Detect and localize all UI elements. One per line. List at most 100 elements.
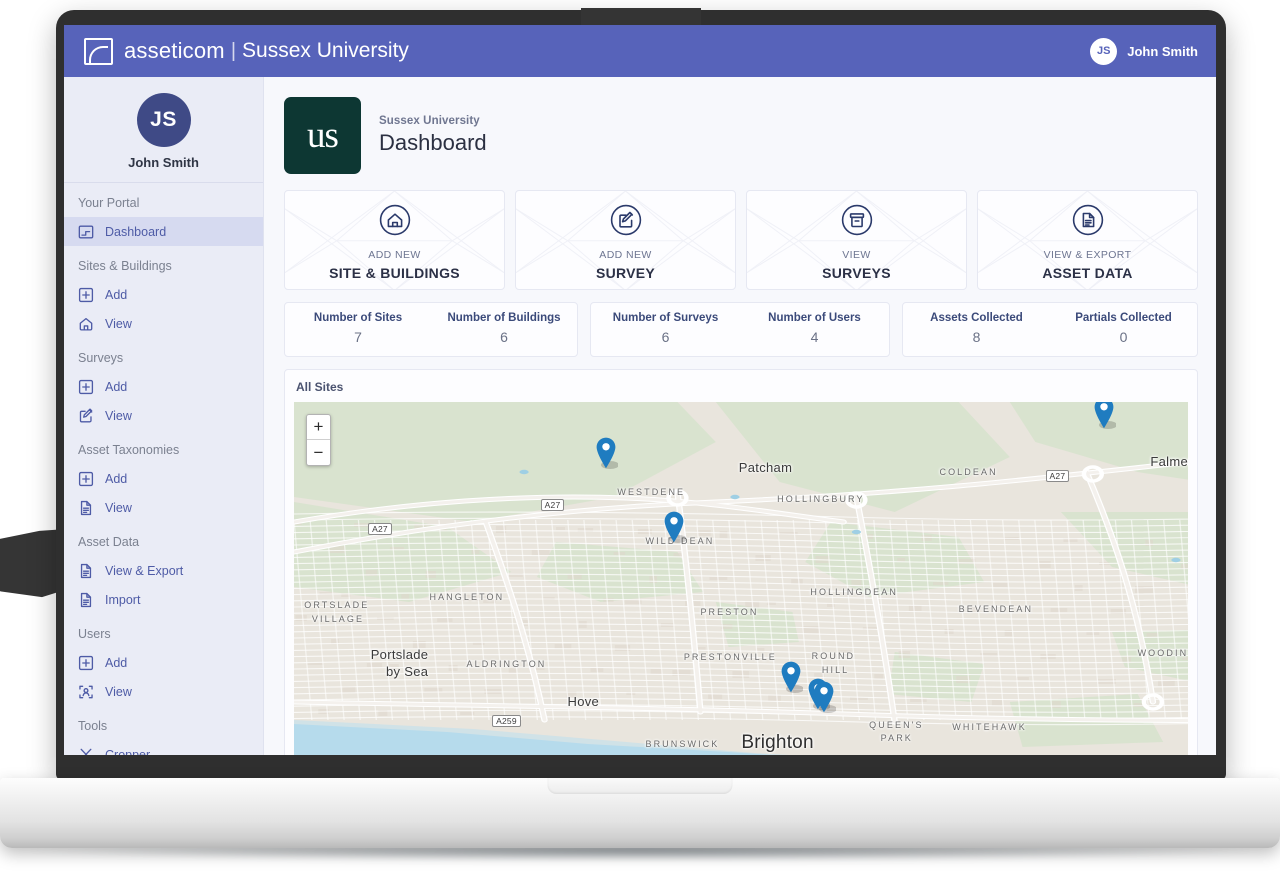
laptop-mockup: asseticom | Sussex University JS John Sm… — [0, 0, 1280, 873]
sidebar-item-asset-data-import[interactable]: Import — [64, 585, 263, 614]
map-label: VILLAGE — [311, 614, 365, 624]
map-label: HANGLETON — [429, 592, 505, 602]
zoom-in-button[interactable]: + — [307, 415, 330, 440]
sidebar-profile: JS John Smith — [64, 77, 263, 183]
map-label: Falmer — [1150, 454, 1188, 469]
map-label: by Sea — [386, 664, 429, 679]
map-label: HOLLINGDEAN — [810, 587, 898, 597]
sidebar-group-label: Asset Data — [78, 535, 140, 549]
plus-box-icon — [78, 287, 94, 303]
sidebar-group-label: Users — [78, 627, 111, 641]
map-panel: All Sites + − Patcham WESTDENE HOLLINGBURY… — [284, 369, 1198, 755]
stat-card-1: Number of Surveys 6 Number of Users 4 — [590, 302, 890, 357]
sidebar-item-surveys-view[interactable]: View — [64, 401, 263, 430]
tile-site-buildings[interactable]: ADD NEW SITE & BUILDINGS — [284, 190, 505, 290]
topbar-user-name: John Smith — [1127, 43, 1198, 59]
tile-line1: ADD NEW — [368, 248, 421, 261]
sidebar-item-surveys-add[interactable]: Add — [64, 372, 263, 401]
topbar-user-menu[interactable]: JS John Smith — [1090, 37, 1198, 65]
document-icon — [78, 592, 94, 608]
sidebar-item-label: View & Export — [105, 563, 184, 578]
site-marker-6[interactable] — [812, 680, 838, 719]
app-topbar: asseticom | Sussex University JS John Sm… — [64, 25, 1216, 77]
sidebar-item-label: Add — [105, 379, 128, 394]
stat-label: Number of Users — [768, 312, 861, 324]
sidebar: JS John Smith Your Portal Dashboard Sites … — [64, 77, 264, 755]
site-marker-4[interactable] — [779, 660, 805, 699]
tile-surveys[interactable]: VIEW SURVEYS — [746, 190, 967, 290]
site-marker-1[interactable] — [594, 436, 619, 475]
sidebar-item-tools-cropper[interactable]: Cropper — [64, 740, 263, 755]
sidebar-nav: Your Portal Dashboard Sites & Buildings Add… — [64, 183, 263, 755]
tile-asset-data[interactable]: VIEW & EXPORT ASSET DATA — [977, 190, 1198, 290]
road-shield: A27 — [368, 523, 392, 535]
stat-partials-collected: Partials Collected 0 — [1050, 312, 1197, 345]
home-circle-icon — [375, 200, 415, 245]
site-marker-2[interactable] — [1092, 402, 1118, 435]
sidebar-item-asset-taxonomies-view[interactable]: View — [64, 493, 263, 522]
sidebar-avatar: JS — [136, 93, 191, 147]
stat-value: 7 — [354, 329, 362, 345]
laptop-base — [0, 778, 1280, 848]
sidebar-item-label: View — [105, 684, 132, 699]
sidebar-item-label: View — [105, 408, 132, 423]
stat-value: 6 — [500, 329, 508, 345]
sidebar-group-label: Tools — [78, 719, 108, 733]
sidebar-user-name: John Smith — [128, 155, 199, 170]
road-shield: A259 — [492, 715, 521, 727]
stat-number-of-sites: Number of Sites 7 — [285, 312, 431, 345]
sidebar-item-sites-buildings-add[interactable]: Add — [64, 280, 263, 309]
tile-line2: SITE & BUILDINGS — [329, 264, 460, 281]
leaflet-map[interactable]: + − Patcham WESTDENE HOLLINGBURY COLDEAN Fal… — [294, 402, 1188, 755]
sidebar-item-users-add[interactable]: Add — [64, 648, 263, 677]
road-shield: A27 — [1045, 470, 1070, 482]
tile-line2: SURVEYS — [822, 264, 891, 281]
page-title: Dashboard — [379, 130, 487, 155]
tile-line1: VIEW — [842, 248, 871, 261]
sidebar-item-asset-taxonomies-add[interactable]: Add — [64, 464, 263, 493]
quick-action-tiles: ADD NEW SITE & BUILDINGS ADD NEW SURVEY … — [284, 190, 1198, 290]
sidebar-item-users-view[interactable]: View — [64, 677, 263, 706]
stat-value: 4 — [810, 329, 819, 345]
map-label: Hove — [567, 694, 600, 709]
plus-box-icon — [78, 471, 94, 487]
site-marker-3[interactable] — [662, 510, 687, 549]
map-label: PARK — [880, 733, 913, 743]
sidebar-item-label: Cropper — [105, 747, 151, 756]
archive-circle-icon — [837, 200, 877, 245]
page-header: us Sussex University Dashboard — [284, 77, 1198, 190]
brand-name: asseticom — [124, 38, 225, 63]
brand-logo[interactable]: asseticom — [84, 37, 225, 65]
map-label: BRUNSWICK — [645, 739, 720, 749]
tile-line1: VIEW & EXPORT — [1043, 248, 1132, 261]
stat-number-of-users: Number of Users 4 — [740, 312, 889, 345]
zoom-out-button[interactable]: − — [307, 440, 330, 465]
sidebar-item-sites-buildings-view[interactable]: View — [64, 309, 263, 338]
sidebar-group-label: Sites & Buildings — [78, 259, 172, 273]
document-circle-icon — [1068, 200, 1108, 245]
map-label: Patcham — [738, 460, 793, 475]
map-label: PRESTON — [700, 607, 759, 617]
tile-line2: SURVEY — [595, 264, 656, 281]
topbar-divider: | — [230, 39, 237, 62]
asseticom-logo-icon — [84, 37, 113, 65]
sidebar-item-label: Add — [105, 287, 128, 302]
sidebar-item-label: Add — [105, 655, 128, 670]
stat-label: Number of Sites — [313, 312, 403, 324]
tile-survey[interactable]: ADD NEW SURVEY — [515, 190, 736, 290]
scissors-icon — [78, 747, 94, 755]
map-label: ROUND — [811, 651, 856, 661]
edit-circle-icon — [606, 200, 646, 245]
stat-value: 6 — [661, 329, 670, 345]
map-zoom-controls[interactable]: + − — [306, 414, 331, 466]
map-label: Brighton — [741, 732, 814, 753]
sidebar-group-label: Your Portal — [78, 196, 140, 210]
map-label: ALDRINGTON — [466, 659, 547, 669]
sidebar-group-label: Surveys — [78, 351, 124, 365]
map-panel-title: All Sites — [296, 380, 344, 394]
page-subtitle: Sussex University — [379, 115, 480, 127]
sidebar-item-your-portal-dashboard[interactable]: Dashboard — [64, 217, 263, 246]
sidebar-item-label: Add — [105, 471, 128, 486]
stat-number-of-surveys: Number of Surveys 6 — [591, 312, 740, 345]
sidebar-item-asset-data-view-export[interactable]: View & Export — [64, 556, 263, 585]
